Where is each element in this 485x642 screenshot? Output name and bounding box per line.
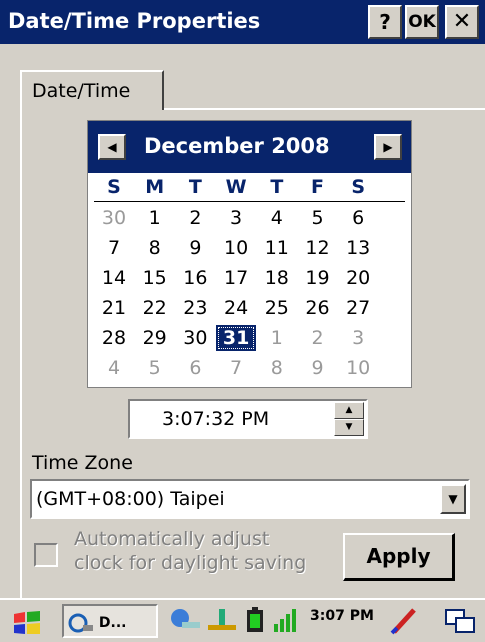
calendar-day[interactable]: 1: [257, 325, 297, 351]
network-icon[interactable]: [168, 606, 202, 634]
next-month-button[interactable]: ▶: [374, 134, 402, 160]
time-up-button[interactable]: ▲: [334, 402, 364, 419]
calendar-day[interactable]: 5: [298, 205, 338, 231]
calendar-day[interactable]: 25: [257, 295, 297, 321]
start-button[interactable]: [12, 604, 48, 638]
calendar-day[interactable]: 12: [298, 235, 338, 261]
calendar-day[interactable]: 27: [338, 295, 378, 321]
weekday-label: S: [351, 176, 366, 198]
calendar-day[interactable]: 8: [257, 355, 297, 381]
taskbar: D... 3:07 PM: [0, 598, 485, 642]
calendar-header: ◀ December 2008 ▶: [88, 121, 411, 173]
time-zone-label: Time Zone: [32, 452, 133, 474]
calendar-day[interactable]: 29: [135, 325, 175, 351]
time-zone-value[interactable]: (GMT+08:00) Taipei: [36, 488, 225, 510]
input-panel-icon[interactable]: [388, 606, 422, 636]
calendar-day[interactable]: 21: [94, 295, 134, 321]
calendar-day[interactable]: 1: [135, 205, 175, 231]
time-zone-select[interactable]: (GMT+08:00) Taipei ▼: [30, 479, 470, 519]
weekday-label: S: [107, 176, 121, 198]
window-title: Date/Time Properties: [8, 9, 261, 33]
weekday-label: T: [270, 176, 284, 198]
weekday-header: SMTWTFS: [88, 176, 411, 200]
weekday-label: W: [225, 176, 247, 198]
weekday-divider: [94, 201, 405, 202]
calendar-day[interactable]: 26: [298, 295, 338, 321]
apply-button[interactable]: Apply: [343, 533, 455, 581]
calendar-day[interactable]: 13: [338, 235, 378, 261]
calendar-day[interactable]: 11: [257, 235, 297, 261]
calendar-day[interactable]: 3: [216, 205, 256, 231]
calendar-day[interactable]: 9: [298, 355, 338, 381]
time-down-button[interactable]: ▼: [334, 419, 364, 436]
battery-icon[interactable]: [244, 606, 266, 634]
calendar-day[interactable]: 10: [216, 235, 256, 261]
calendar-day[interactable]: 9: [175, 235, 215, 261]
calendar-day[interactable]: 22: [135, 295, 175, 321]
calendar-day[interactable]: 4: [94, 355, 134, 381]
time-field[interactable]: 3:07:32 PM ▲ ▼: [128, 399, 368, 439]
weekday-label: F: [311, 176, 324, 198]
calendar-day[interactable]: 31: [216, 325, 257, 351]
calendar-day[interactable]: 15: [135, 265, 175, 291]
calendar-day[interactable]: 30: [175, 325, 215, 351]
calendar-day[interactable]: 19: [298, 265, 338, 291]
daylight-saving-label: Automatically adjust clock for daylight …: [74, 528, 307, 574]
calendar-day[interactable]: 28: [94, 325, 134, 351]
calendar-day[interactable]: 5: [135, 355, 175, 381]
connection-icon[interactable]: [206, 606, 238, 634]
settings-app-icon: [68, 613, 93, 633]
calendar-day[interactable]: 30: [94, 205, 134, 231]
ok-button[interactable]: OK: [405, 5, 439, 39]
month-calendar: ◀ December 2008 ▶ SMTWTFS 30 1 2 3 4 5 6 7 8 9 10 1…: [87, 120, 412, 388]
month-year-label[interactable]: December 2008: [144, 134, 330, 158]
calendar-day[interactable]: 16: [175, 265, 215, 291]
calendar-day[interactable]: 7: [216, 355, 256, 381]
close-button[interactable]: ✕: [445, 5, 479, 39]
taskbar-task-label: D...: [98, 615, 127, 631]
help-button[interactable]: ?: [368, 5, 402, 39]
calendar-day[interactable]: 6: [175, 355, 215, 381]
signal-strength-icon[interactable]: [272, 606, 302, 634]
tab-date-time[interactable]: Date/Time: [20, 70, 164, 110]
daylight-saving-checkbox[interactable]: [34, 543, 58, 567]
calendar-day[interactable]: 3: [338, 325, 378, 351]
calendar-day[interactable]: 8: [135, 235, 175, 261]
dropdown-arrow-icon[interactable]: ▼: [440, 484, 466, 514]
windows-flag-icon: [14, 611, 40, 634]
calendar-day[interactable]: 23: [175, 295, 215, 321]
weekday-label: T: [188, 176, 202, 198]
calendar-day[interactable]: 20: [338, 265, 378, 291]
calendar-day[interactable]: 4: [257, 205, 297, 231]
desktop-windows-icon[interactable]: [444, 606, 478, 636]
title-bar: Date/Time Properties ? OK ✕: [0, 0, 485, 44]
calendar-day[interactable]: 14: [94, 265, 134, 291]
calendar-day[interactable]: 2: [175, 205, 215, 231]
calendar-day[interactable]: 7: [94, 235, 134, 261]
calendar-day[interactable]: 18: [257, 265, 297, 291]
calendar-day[interactable]: 2: [298, 325, 338, 351]
calendar-day[interactable]: 10: [338, 355, 378, 381]
time-value[interactable]: 3:07:32 PM: [162, 408, 269, 430]
calendar-day[interactable]: 6: [338, 205, 378, 231]
calendar-day[interactable]: 24: [216, 295, 256, 321]
taskbar-clock[interactable]: 3:07 PM: [310, 608, 374, 624]
prev-month-button[interactable]: ◀: [98, 134, 126, 160]
taskbar-task-date-time[interactable]: D...: [62, 604, 158, 638]
calendar-day[interactable]: 17: [216, 265, 256, 291]
weekday-label: M: [145, 176, 165, 198]
